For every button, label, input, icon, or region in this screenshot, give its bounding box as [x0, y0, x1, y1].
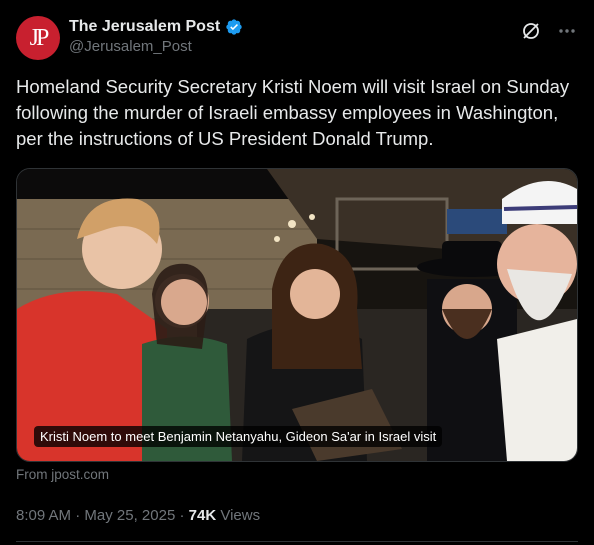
tweet-meta: 8:09 AM · May 25, 2025 · 74K Views [16, 507, 260, 524]
link-card-caption: Kristi Noem to meet Benjamin Netanyahu, … [34, 426, 443, 447]
meta-separator-2: · [179, 507, 185, 524]
link-source[interactable]: From jpost.com [16, 467, 109, 482]
views-label: Views [220, 507, 261, 524]
tweet: JP The Jerusalem Post @Jerusalem_Post Ho… [0, 0, 594, 545]
meta-separator: · [75, 507, 81, 524]
account-handle[interactable]: @Jerusalem_Post [69, 38, 243, 55]
avatar-logo: JP [29, 24, 50, 51]
avatar[interactable]: JP [16, 16, 60, 60]
tweet-text: Homeland Security Secretary Kristi Noem … [16, 76, 570, 149]
tweet-header: JP The Jerusalem Post @Jerusalem_Post [16, 16, 578, 64]
more-icon[interactable] [556, 20, 578, 42]
bottom-divider [16, 541, 578, 542]
link-card-image[interactable]: Kristi Noem to meet Benjamin Netanyahu, … [16, 168, 578, 462]
views-count[interactable]: 74K [189, 507, 217, 524]
display-name[interactable]: The Jerusalem Post [69, 18, 220, 36]
display-name-row: The Jerusalem Post [69, 18, 243, 36]
photo-scene [17, 169, 577, 461]
account-names: The Jerusalem Post @Jerusalem_Post [69, 18, 243, 55]
verified-badge-icon [226, 19, 242, 35]
tweet-time[interactable]: 8:09 AM [16, 507, 71, 524]
header-actions [520, 20, 578, 42]
tweet-date[interactable]: May 25, 2025 [84, 507, 175, 524]
grok-icon[interactable] [520, 20, 542, 42]
